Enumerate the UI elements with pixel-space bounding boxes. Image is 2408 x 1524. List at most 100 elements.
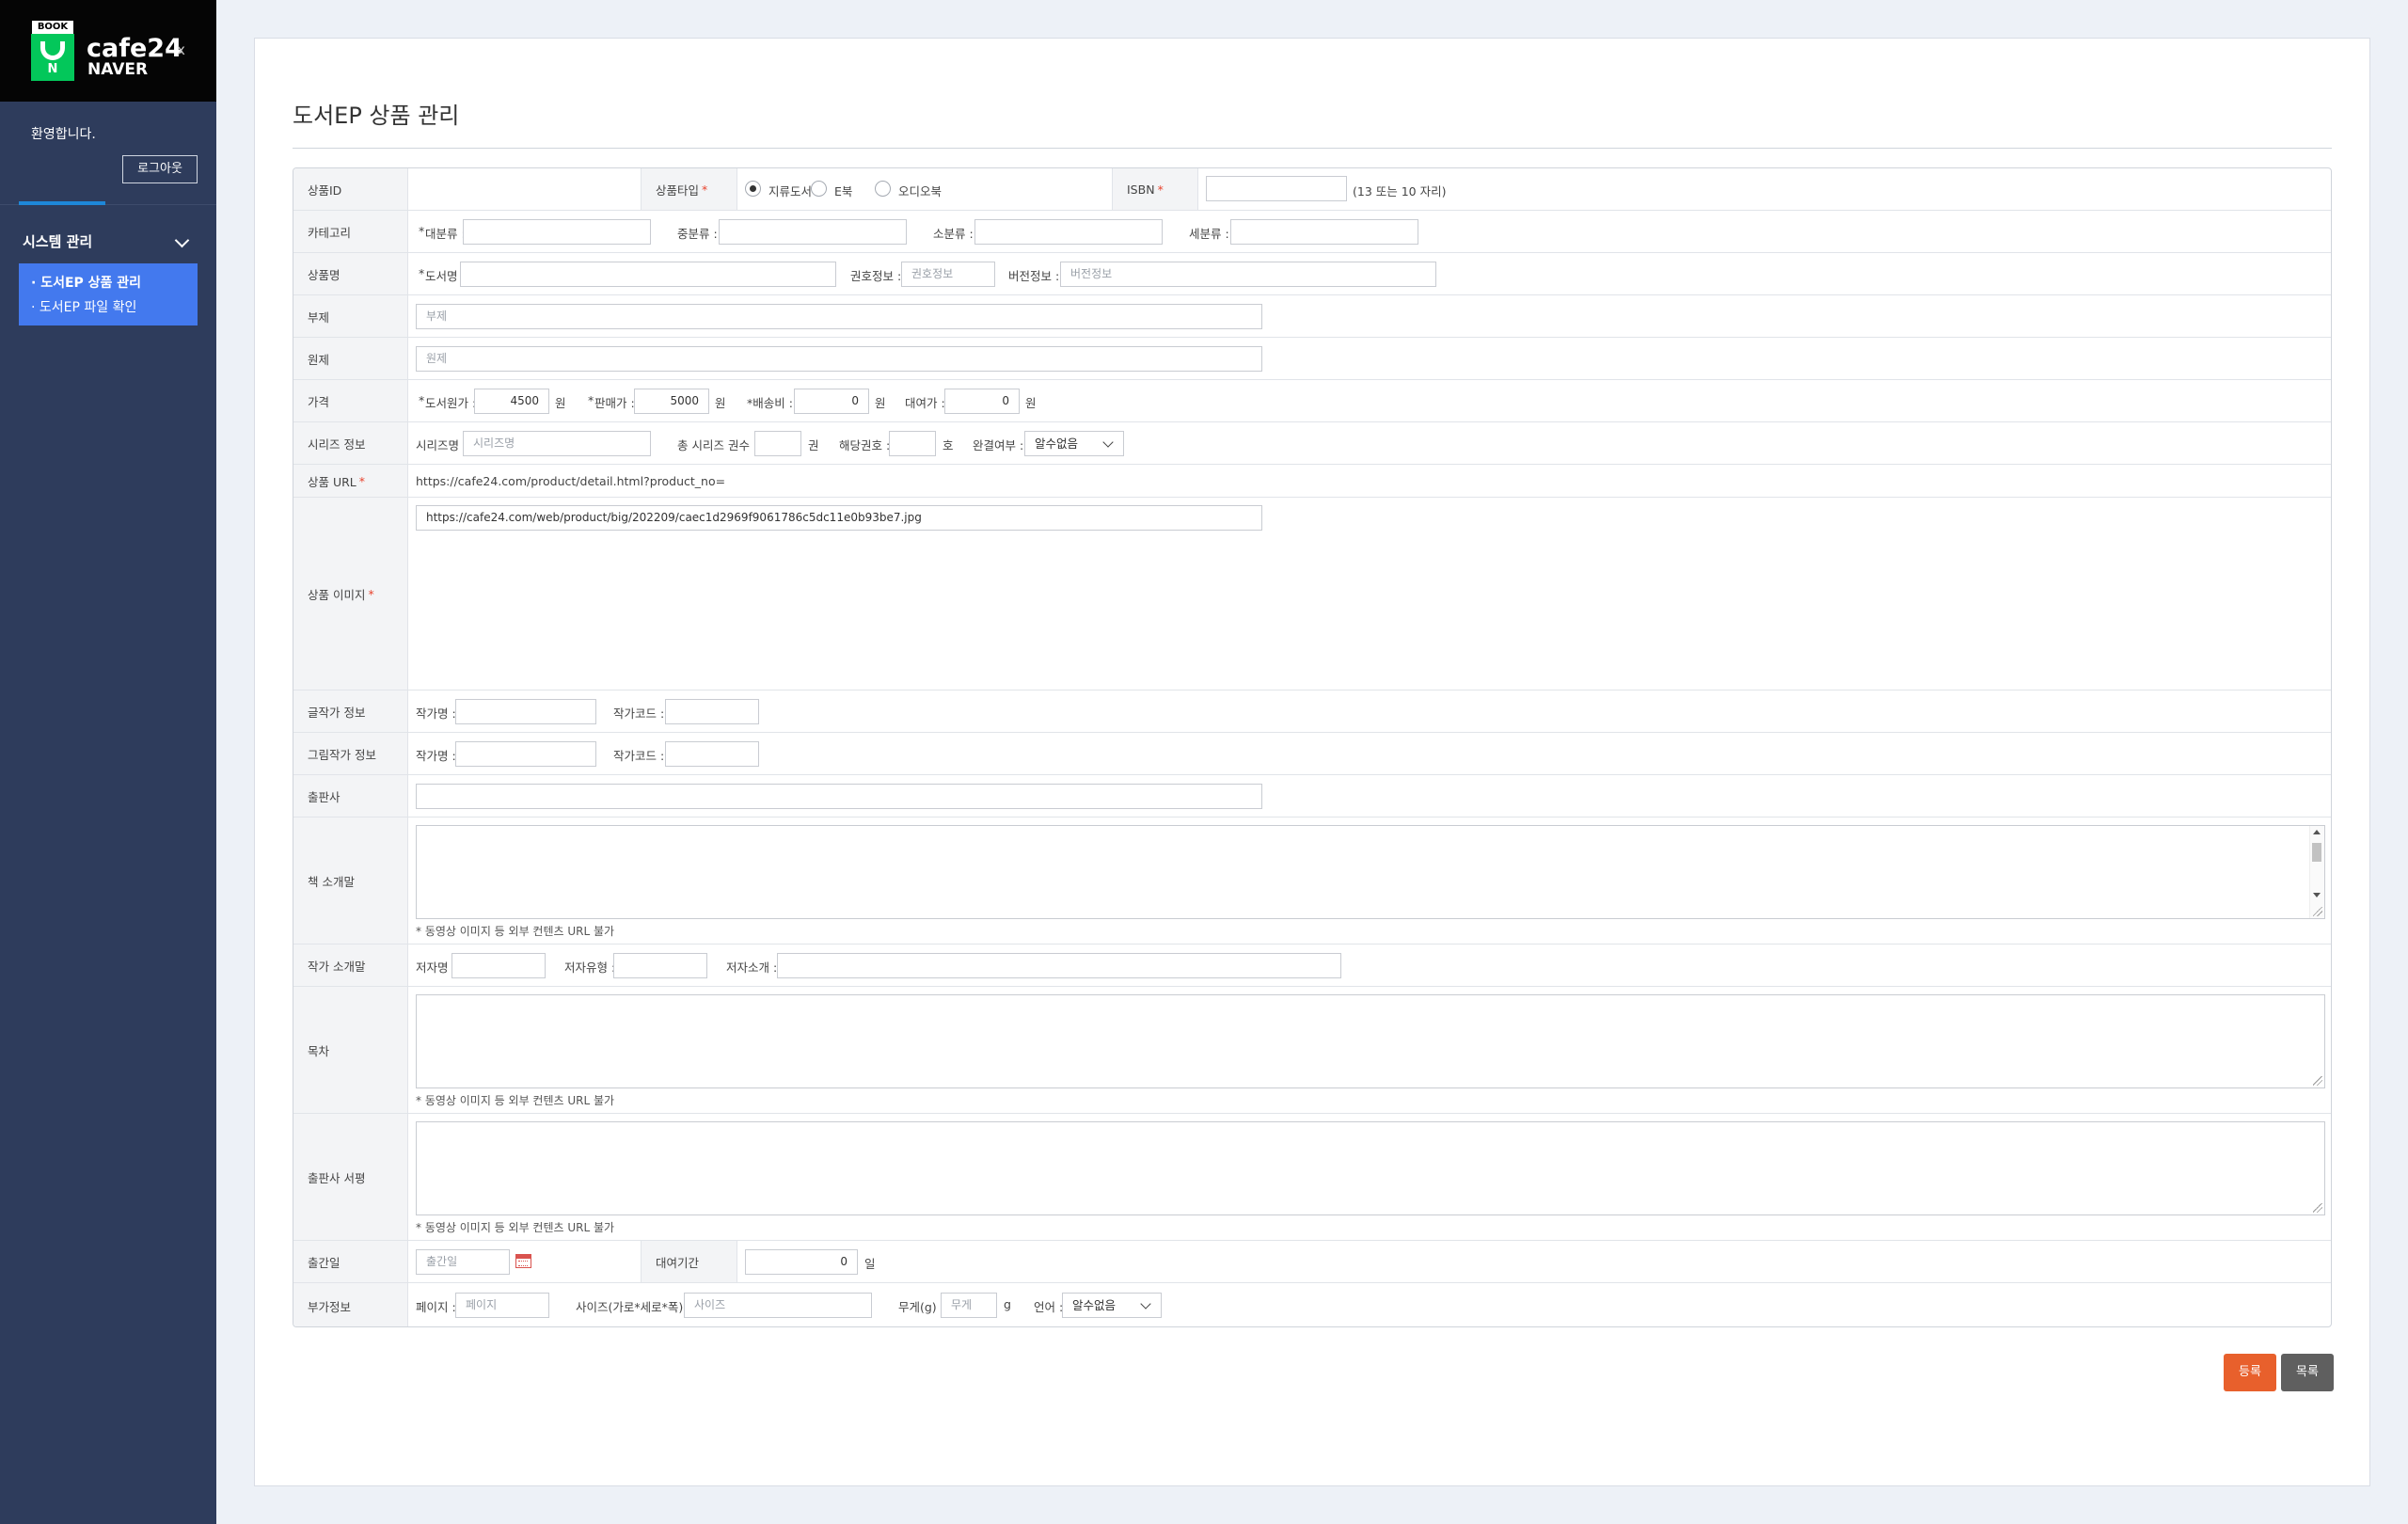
url-value: https://cafe24.com/product/detail.html?p… [416,474,726,488]
label-price: 가격 [293,380,408,421]
row-price: 가격 * 도서원가 : 4500 원 * 판매가 : 5000 원 *배송비 :… [293,380,2331,422]
menu-section-system[interactable]: 시스템 관리 [23,231,92,251]
label-extra: 부가정보 [293,1283,408,1326]
row-product-id: 상품ID 상품타입 * 지류도서 E북 오디오북 ISBN * (13 또는 10 … [293,168,2331,211]
publisher-input[interactable] [416,784,1262,809]
label-product-name: 상품명 [293,253,408,294]
label-large-category: 대분류 : [425,227,466,241]
version-input[interactable]: 버전정보 [1060,262,1436,287]
author-intro-input[interactable] [777,953,1341,978]
radio-paper-book[interactable] [745,181,761,197]
rental-price-input[interactable]: 0 [944,389,1020,414]
series-number-input[interactable] [889,431,936,456]
illustrator-code-input[interactable] [665,741,759,767]
unit-day: 일 [864,1257,876,1271]
row-category: 카테고리 * 대분류 : 중분류 : 소분류 : 세분류 : [293,211,2331,253]
label-series: 시리즈 정보 [293,422,408,464]
unit-volume: 권 [808,438,819,452]
detail-category-input[interactable] [1230,219,1418,245]
row-series: 시리즈 정보 시리즈명 : 시리즈명 총 시리즈 권수 : 권 해당권호 : 호… [293,422,2331,465]
label-page: 페이지 : [416,1300,456,1314]
sidebar-item-file-check[interactable]: · 도서EP 파일 확인 [31,297,136,316]
row-extra: 부가정보 페이지 : 페이지 사이즈(가로*세로*폭) : 사이즈 무게(g) … [293,1283,2331,1326]
volume-input[interactable]: 권호정보 [901,262,995,287]
radio-ebook[interactable] [811,181,827,197]
pub-date-input[interactable]: 출간일 [416,1249,510,1275]
label-list-price: 도서원가 : [425,396,477,410]
resize-grip-icon[interactable] [2313,907,2322,916]
subtitle-input[interactable]: 부제 [416,304,1262,329]
book-name-input[interactable] [460,262,836,287]
isbn-input[interactable] [1206,176,1347,201]
language-select[interactable]: 알수없음 [1062,1293,1162,1318]
label-image: 상품 이미지 * [293,498,408,690]
list-button[interactable]: 목록 [2281,1354,2334,1391]
label-detail-category: 세분류 : [1189,227,1229,241]
image-url-input[interactable]: https://cafe24.com/web/product/big/20220… [416,505,1262,531]
medium-category-input[interactable] [719,219,907,245]
sidebar-item-product-manage[interactable]: · 도서EP 상품 관리 [31,273,141,292]
label-shipping: *배송비 : [747,396,793,410]
chevron-down-icon [1140,1298,1151,1310]
brand-naver: NAVER [87,60,149,79]
writer-code-input[interactable] [665,699,759,724]
scroll-up-icon[interactable] [2313,830,2321,834]
label-author-intro-text: 저자소개 : [726,960,778,975]
review-textarea[interactable] [416,1121,2325,1215]
scrollbar[interactable] [2309,826,2324,918]
chevron-down-icon[interactable] [174,232,190,248]
size-input[interactable]: 사이즈 [684,1293,872,1318]
unit-won: 원 [715,396,726,410]
author-name-input[interactable] [452,953,546,978]
label-category: 카테고리 [293,211,408,252]
series-total-input[interactable] [754,431,801,456]
row-original-title: 원제 원제 [293,338,2331,380]
label-toc: 목차 [293,987,408,1113]
book-intro-textarea[interactable] [416,825,2325,919]
calendar-icon[interactable] [515,1254,531,1268]
illustrator-name-input[interactable] [455,741,596,767]
label-isbn: ISBN * [1112,168,1198,210]
author-type-input[interactable] [613,953,707,978]
page-title: 도서EP 상품 관리 [293,103,460,129]
series-name-input[interactable]: 시리즈명 [463,431,651,456]
list-price-input[interactable]: 4500 [474,389,549,414]
sale-price-input[interactable]: 5000 [634,389,709,414]
unit-won: 원 [875,396,886,410]
row-publisher: 출판사 [293,775,2331,818]
unit-number: 호 [943,438,954,452]
row-pub-date: 출간일 출간일 대여기간 0 일 [293,1241,2331,1283]
welcome-text: 환영합니다. [31,127,96,142]
page-input[interactable]: 페이지 [455,1293,549,1318]
weight-input[interactable]: 무게 [941,1293,997,1318]
register-button[interactable]: 등록 [2224,1354,2276,1391]
radio-audiobook[interactable] [875,181,891,197]
scroll-thumb[interactable] [2312,843,2321,862]
writer-name-input[interactable] [455,699,596,724]
label-version: 버전정보 : [1008,269,1060,283]
logo[interactable]: BOOK N cafe24 NAVER x [0,0,216,102]
small-category-input[interactable] [974,219,1163,245]
label-rental-price: 대여가 : [905,396,945,410]
row-illustrator: 그림작가 정보 작가명 : 작가코드 : [293,733,2331,775]
label-medium-category: 중분류 : [677,227,718,241]
row-subtitle: 부제 부제 [293,295,2331,338]
label-series-name: 시리즈명 : [416,438,467,452]
resize-grip-icon[interactable] [2313,1203,2322,1213]
label-weight: 무게(g) : [898,1300,944,1314]
toc-textarea[interactable] [416,994,2325,1088]
label-subtitle: 부제 [293,295,408,337]
unit-won: 원 [555,396,566,410]
label-author-name: 저자명 : [416,960,456,975]
radio-label-audio: 오디오북 [898,184,943,198]
label-illustrator-code: 작가코드 : [613,749,665,763]
logout-button[interactable]: 로그아웃 [122,155,198,183]
large-category-input[interactable] [463,219,651,245]
complete-select[interactable]: 알수없음 [1024,431,1124,456]
rental-period-input[interactable]: 0 [745,1249,858,1275]
shipping-input[interactable]: 0 [794,389,869,414]
original-title-input[interactable]: 원제 [416,346,1262,372]
title-divider [293,148,2332,149]
scroll-down-icon[interactable] [2313,893,2321,897]
resize-grip-icon[interactable] [2313,1076,2322,1086]
